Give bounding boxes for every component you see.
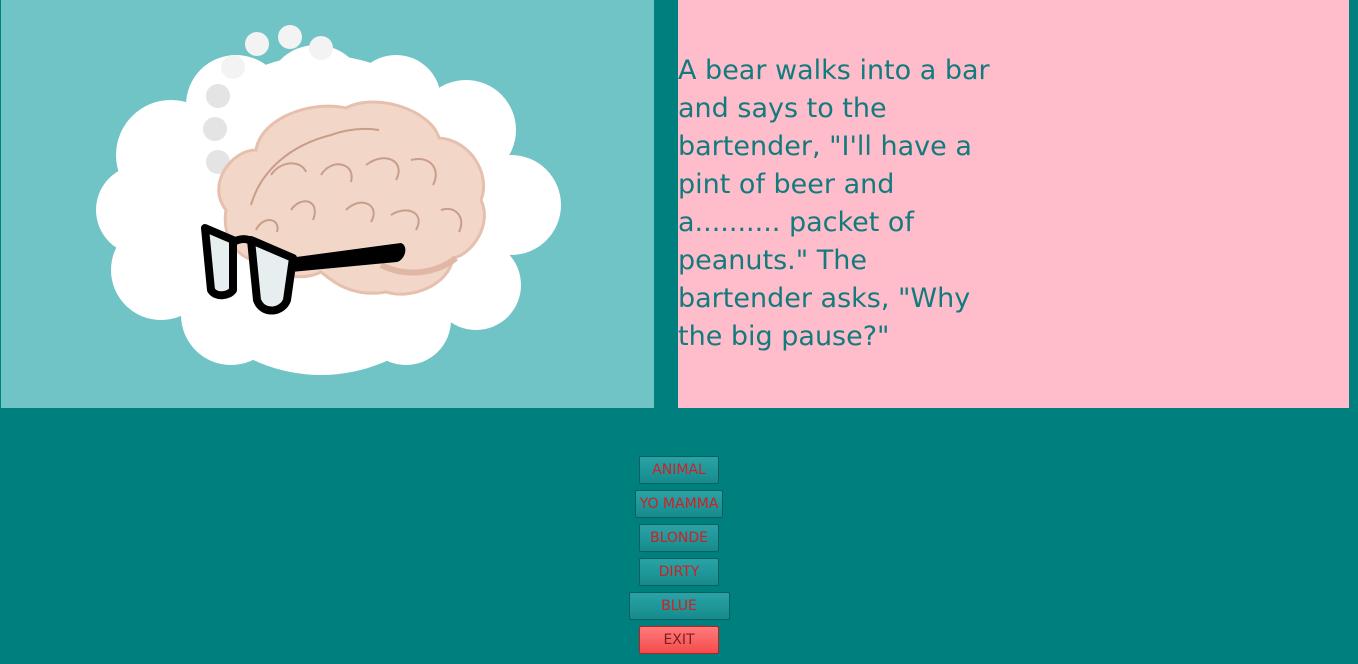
joke-text: A bear walks into a bar and says to the … — [678, 55, 990, 352]
dirty-button[interactable]: DIRTY — [639, 558, 719, 586]
blonde-button[interactable]: BLONDE — [639, 524, 719, 552]
exit-button[interactable]: EXIT — [639, 626, 719, 654]
blue-collar-button[interactable]: BLUE COLLAR — [628, 592, 730, 640]
joke-panel: A bear walks into a bar and says to the … — [678, 0, 1349, 408]
joke-category-menu: ANIMAL YO MAMMA BLONDE DIRTY BLUE COLLAR… — [0, 456, 1358, 660]
thinking-brain-illustration — [96, 25, 561, 375]
animal-button[interactable]: ANIMAL — [639, 456, 719, 484]
illustration-panel — [1, 0, 654, 408]
yo-mamma-button[interactable]: YO MAMMA — [635, 490, 723, 518]
